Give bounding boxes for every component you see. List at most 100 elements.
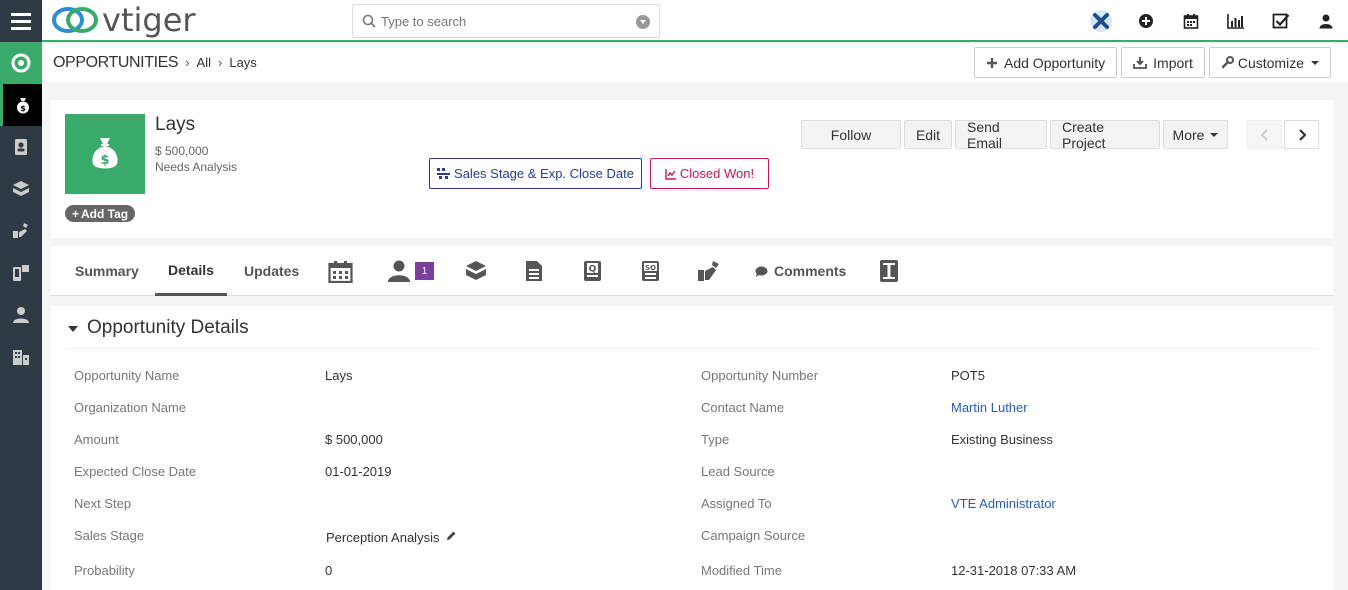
field-label: Probability — [74, 563, 135, 578]
header-buttons: Add Opportunity Import Customize — [974, 47, 1331, 78]
field-label: Opportunity Name — [74, 368, 180, 383]
money-bag-icon: $ — [92, 138, 118, 169]
tab-services[interactable] — [697, 246, 721, 296]
tab-documents[interactable] — [525, 246, 543, 296]
field-value-assigned-to[interactable]: VTE Administrator — [951, 496, 1056, 511]
caret-down-icon — [1311, 60, 1319, 65]
field-label: Opportunity Number — [701, 368, 819, 383]
devices-icon[interactable] — [0, 252, 42, 294]
add-opportunity-button[interactable]: Add Opportunity — [974, 47, 1118, 78]
tab-summary[interactable]: Summary — [75, 246, 139, 296]
field-value-opportunity-number: POT5 — [951, 368, 985, 383]
opportunity-details-block: Opportunity Details Opportunity Name Lay… — [51, 306, 1333, 590]
field-label: Amount — [74, 432, 119, 447]
record-actions: Follow Edit Send Email Create Project Mo… — [801, 119, 1228, 151]
comments-label: Comments — [774, 263, 847, 279]
import-button[interactable]: Import — [1121, 47, 1205, 78]
more-label: More — [1172, 126, 1205, 143]
svg-text:$: $ — [20, 104, 26, 113]
import-icon — [1133, 56, 1148, 69]
pencil-icon[interactable] — [446, 530, 457, 541]
follow-button[interactable]: Follow — [801, 120, 901, 149]
field-label: Assigned To — [701, 496, 772, 511]
user-icon[interactable] — [0, 294, 42, 336]
left-rail: $ — [0, 0, 42, 590]
tab-products[interactable] — [465, 246, 487, 296]
reports-icon[interactable] — [1213, 0, 1258, 42]
tab-contacts[interactable]: 1 — [387, 246, 434, 296]
field-label: Organization Name — [74, 400, 186, 415]
menu-icon[interactable] — [0, 0, 42, 42]
field-value-type[interactable]: Existing Business — [951, 432, 1053, 447]
record-stage: Needs Analysis — [155, 160, 238, 174]
breadcrumb-separator-icon: › — [185, 55, 190, 70]
field-value-amount[interactable]: $ 500,000 — [325, 432, 383, 447]
field-value-contact-name[interactable]: Martin Luther — [951, 400, 1028, 415]
send-email-button[interactable]: Send Email — [955, 119, 1047, 151]
svg-text:$: $ — [100, 153, 109, 168]
customize-button[interactable]: Customize — [1208, 47, 1331, 78]
add-opportunity-label: Add Opportunity — [1004, 54, 1106, 71]
tab-history[interactable] — [879, 246, 899, 296]
add-tag-label: Add Tag — [81, 206, 129, 221]
field-value-probability[interactable]: 0 — [325, 563, 332, 578]
tasks-icon[interactable] — [1258, 0, 1303, 42]
search-options-chevron-icon[interactable] — [636, 15, 650, 29]
plus-icon: + — [72, 206, 80, 221]
customize-label: Customize — [1237, 54, 1304, 71]
breadcrumb-filter[interactable]: All — [197, 55, 211, 70]
vtiger-logo[interactable]: vtiger — [50, 1, 196, 39]
breadcrumb-module[interactable]: OPPORTUNITIES — [53, 54, 179, 72]
field-label: Type — [701, 432, 730, 447]
stage-icon — [437, 167, 451, 179]
section-divider — [66, 348, 1318, 349]
field-value-sales-stage[interactable]: Perception Analysis — [326, 530, 439, 545]
create-project-button[interactable]: Create Project — [1050, 119, 1160, 151]
breadcrumb-bar: OPPORTUNITIES › All › Lays Add Opportuni… — [42, 44, 1348, 82]
user-profile-icon[interactable] — [1303, 0, 1348, 42]
section-toggle[interactable]: Opportunity Details — [68, 317, 249, 339]
quotes-tab-icon: Q — [584, 261, 601, 281]
line-chart-icon — [665, 168, 676, 180]
tab-updates[interactable]: Updates — [244, 246, 299, 296]
caret-down-icon — [68, 326, 78, 332]
field-value-expected-close-date[interactable]: 01-01-2019 — [325, 464, 392, 479]
tab-activities[interactable] — [328, 246, 353, 296]
contacts-icon[interactable] — [0, 126, 42, 168]
global-search[interactable] — [352, 4, 660, 38]
tab-quotes[interactable]: Q — [583, 246, 602, 296]
sales-stage-close-date-label: Sales Stage & Exp. Close Date — [454, 166, 634, 181]
organizations-icon[interactable] — [0, 336, 42, 378]
tab-details[interactable]: Details — [155, 246, 227, 296]
services-tab-icon — [698, 261, 719, 281]
top-bar: vtiger — [42, 0, 1348, 42]
record-header: $ Lays $ 500,000 Needs Analysis + Add Ta… — [51, 100, 1333, 238]
field-value-opportunity-name[interactable]: Lays — [325, 368, 352, 383]
plus-icon — [986, 57, 998, 69]
quick-create-icon[interactable] — [1123, 0, 1168, 42]
tab-sales-orders[interactable]: SO — [641, 246, 660, 296]
services-icon[interactable] — [0, 210, 42, 252]
opportunities-icon[interactable]: $ — [0, 84, 42, 126]
edit-button[interactable]: Edit — [904, 120, 952, 149]
field-label: Sales Stage — [74, 528, 145, 543]
add-tag-button[interactable]: + Add Tag — [65, 205, 136, 222]
previous-record-button[interactable] — [1247, 120, 1282, 149]
chevron-right-icon — [1298, 128, 1306, 141]
next-record-button[interactable] — [1284, 120, 1319, 149]
products-icon[interactable] — [0, 168, 42, 210]
field-label: Next Step — [74, 496, 132, 511]
closed-won-button[interactable]: Closed Won! — [650, 158, 769, 189]
more-button[interactable]: More — [1163, 120, 1228, 149]
svg-text:Q: Q — [589, 265, 597, 275]
wrench-icon — [1221, 56, 1234, 69]
vtiger-x-icon[interactable] — [1078, 0, 1123, 42]
home-icon[interactable] — [0, 42, 42, 84]
field-label: Lead Source — [701, 464, 775, 479]
calendar-icon[interactable] — [1168, 0, 1213, 42]
breadcrumb: OPPORTUNITIES › All › Lays — [53, 54, 257, 72]
logo-text: vtiger — [102, 1, 196, 39]
tab-comments[interactable]: Comments — [755, 246, 846, 296]
sales-stage-close-date-button[interactable]: Sales Stage & Exp. Close Date — [429, 158, 642, 189]
search-input[interactable] — [381, 12, 631, 30]
